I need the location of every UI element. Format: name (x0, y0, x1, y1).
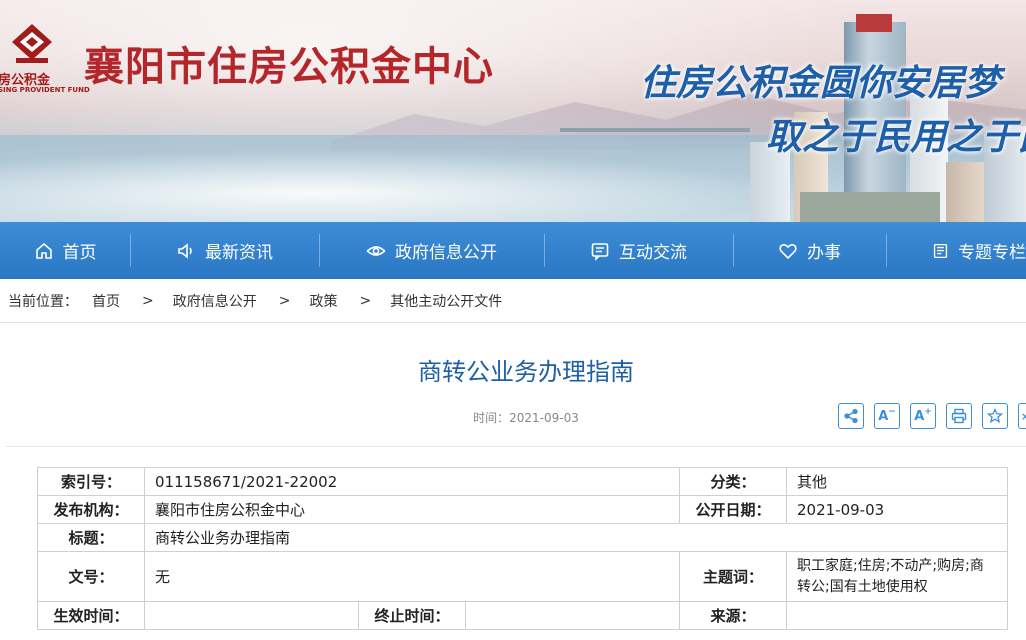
print-button[interactable] (946, 403, 972, 429)
speaker-icon (178, 242, 192, 259)
breadcrumb-other-files[interactable]: 其他主动公开文件 (390, 291, 502, 311)
print-icon (951, 408, 967, 424)
publisher-value: 襄阳市住房公积金中心 (144, 495, 680, 524)
nav-item-news[interactable]: 最新资讯 (130, 222, 319, 279)
article-time-value: 2021-09-03 (509, 411, 579, 425)
breadcrumb-policy[interactable]: 政策 (309, 291, 337, 311)
document-meta-table: 索引号： 011158671/2021-22002 分类： 其他 发布机构： 襄… (37, 467, 1008, 630)
nav-item-services[interactable]: 办事 (733, 222, 886, 279)
share-icon (844, 408, 858, 424)
article-tools: A − A + × (838, 403, 1026, 429)
eye-icon (366, 245, 386, 256)
table-row: 文号： 无 主题词： 职工家庭;住房;不动产;购房;商转公;国有土地使用权 (37, 551, 1008, 602)
table-row: 生效时间： 终止时间： 来源： (37, 601, 1008, 630)
font-increase-label: A (914, 408, 925, 424)
banner-fog (0, 150, 780, 222)
table-row: 发布机构： 襄阳市住房公积金中心 公开日期： 2021-09-03 (37, 495, 1008, 524)
font-increase-button[interactable]: A + (910, 403, 936, 429)
slogan-line-1: 住房公积金圆你安居梦 (640, 62, 1001, 104)
banner-bridge (560, 128, 750, 132)
plus-icon: + (924, 407, 932, 417)
effective-value (144, 601, 359, 630)
category-value: 其他 (786, 467, 1008, 496)
nav-label: 政府信息公开 (395, 243, 497, 263)
nav-label: 专题专栏 (958, 243, 1026, 263)
message-icon (591, 242, 609, 261)
nav-label: 最新资讯 (205, 243, 273, 263)
breadcrumb-gov-info[interactable]: 政府信息公开 (173, 291, 257, 311)
index-label: 索引号： (37, 467, 145, 496)
source-value (786, 601, 1008, 630)
doc-no-label: 文号： (37, 551, 145, 602)
nav-item-interaction[interactable]: 互动交流 (544, 222, 733, 279)
nav-item-home[interactable]: 首页 (0, 222, 130, 279)
breadcrumb-separator: > (278, 292, 291, 309)
breadcrumb-prefix: 当前位置： (8, 293, 78, 310)
article-time-label: 时间： (473, 411, 510, 425)
doc-no-value: 无 (144, 551, 680, 602)
site-title: 襄阳市住房公积金中心 (84, 44, 494, 90)
star-icon (987, 408, 1003, 424)
title-value: 商转公业务办理指南 (144, 523, 1008, 552)
article-title: 商转公业务办理指南 (418, 358, 634, 386)
effective-label: 生效时间： (37, 601, 145, 630)
publisher-label: 发布机构： (37, 495, 145, 524)
nav-label: 互动交流 (619, 243, 687, 263)
title-label: 标题： (37, 523, 145, 552)
header-banner: 房公积金 SING PROVIDENT FUND 襄阳市住房公积金中心 住房公积… (0, 0, 1026, 222)
nav-item-topics[interactable]: 专题专栏 (886, 222, 1026, 279)
publish-date-value: 2021-09-03 (786, 495, 1008, 524)
publish-date-label: 公开日期： (679, 495, 787, 524)
close-icon: × (1020, 409, 1026, 423)
font-decrease-button[interactable]: A − (874, 403, 900, 429)
share-button[interactable] (838, 403, 864, 429)
keywords-label: 主题词： (679, 551, 787, 602)
breadcrumb: 当前位置： 首页 > 政府信息公开 > 政策 > 其他主动公开文件 (0, 279, 1026, 323)
close-button[interactable]: × (1018, 403, 1026, 429)
nav-item-gov-info[interactable]: 政府信息公开 (319, 222, 544, 279)
breadcrumb-separator: > (359, 292, 372, 309)
divider (6, 446, 1026, 447)
expiry-value (465, 601, 680, 630)
breadcrumb-home[interactable]: 首页 (92, 291, 120, 311)
favorite-button[interactable] (982, 403, 1008, 429)
font-decrease-label: A (878, 408, 889, 424)
source-label: 来源： (679, 601, 787, 630)
index-value: 011158671/2021-22002 (144, 467, 680, 496)
expiry-label: 终止时间： (358, 601, 466, 630)
table-row: 索引号： 011158671/2021-22002 分类： 其他 (37, 467, 1008, 496)
heart-icon (779, 243, 797, 259)
nav-label: 首页 (62, 243, 97, 263)
breadcrumb-separator: > (142, 292, 154, 309)
logo-text-en: SING PROVIDENT FUND (0, 86, 90, 94)
topic-icon (933, 243, 948, 258)
home-icon (35, 242, 52, 259)
logo-icon (12, 24, 52, 63)
minus-icon: − (888, 407, 896, 417)
table-row: 标题： 商转公业务办理指南 (37, 523, 1008, 552)
category-label: 分类： (679, 467, 787, 496)
keywords-value: 职工家庭;住房;不动产;购房;商转公;国有土地使用权 (786, 551, 1008, 602)
slogan-line-2: 取之于民用之于民 (766, 116, 1026, 158)
nav-label: 办事 (807, 243, 841, 263)
main-nav: 首页 最新资讯 政府信息公开 互动交流 办事 专题专栏 (0, 222, 1026, 279)
